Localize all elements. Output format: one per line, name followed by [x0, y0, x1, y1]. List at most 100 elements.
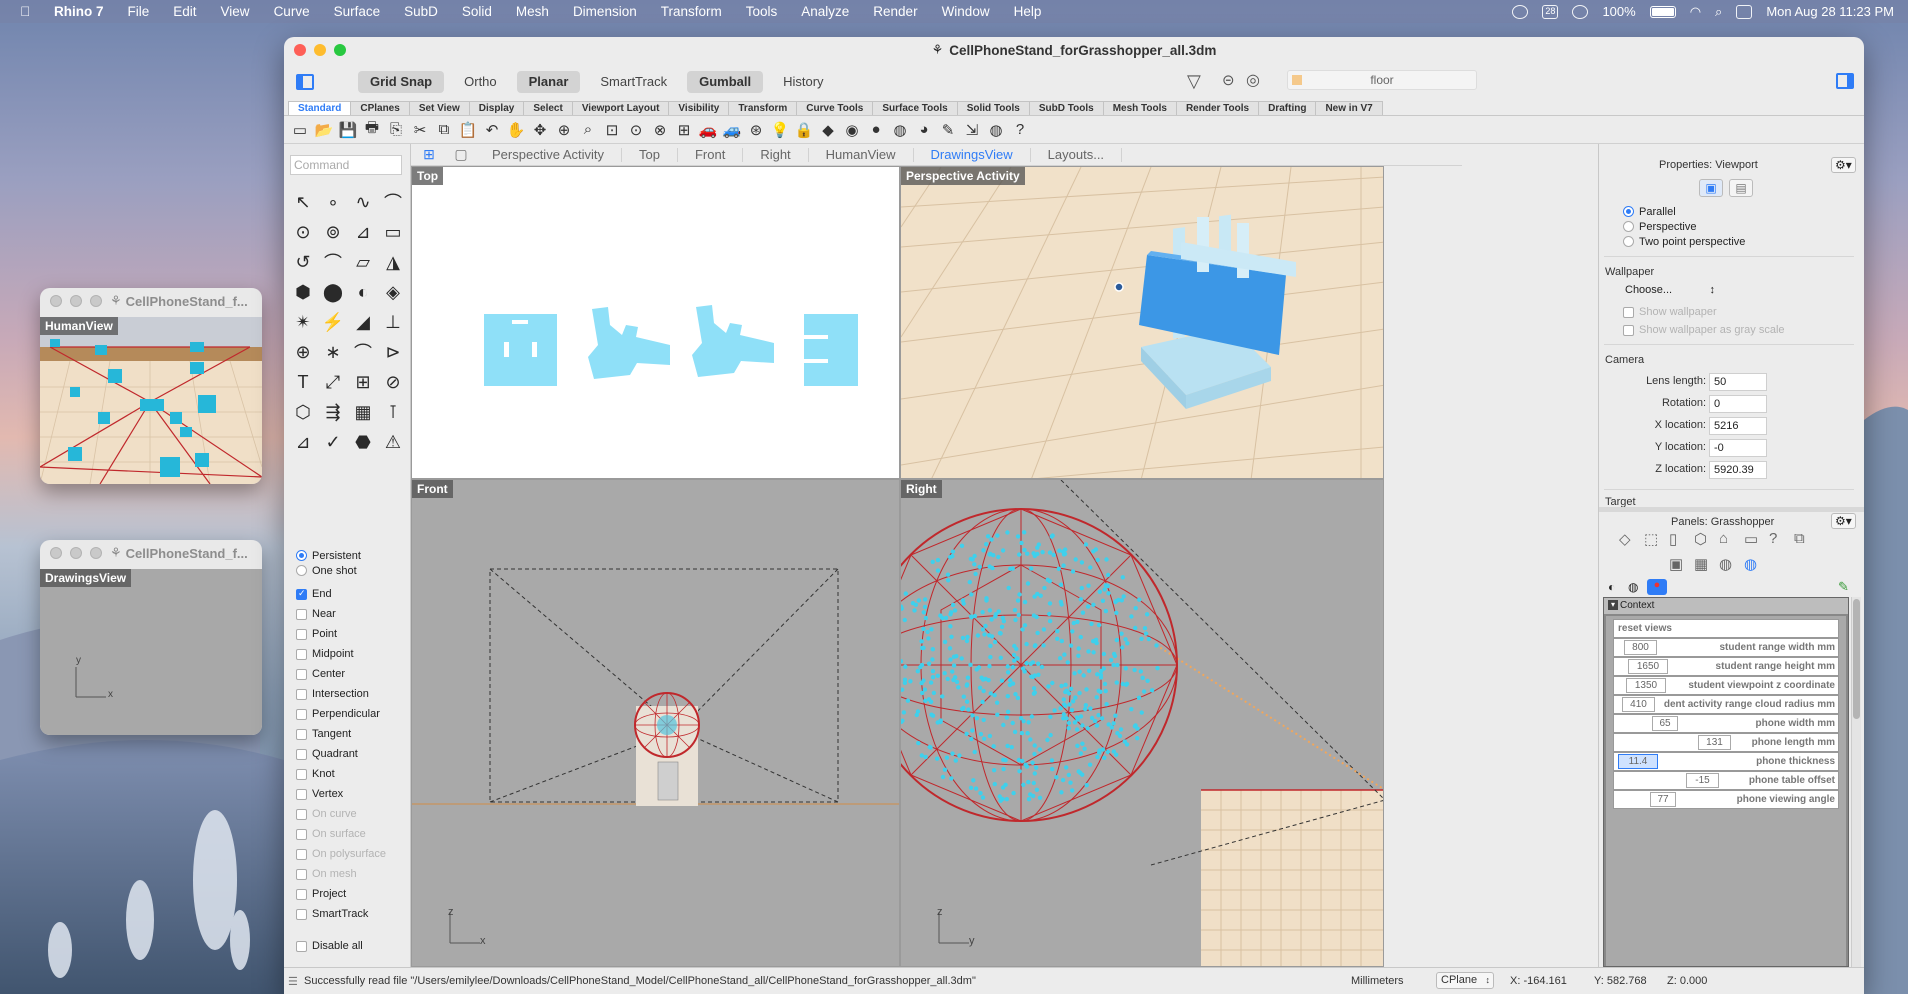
osnap-checkbox[interactable]	[296, 648, 307, 660]
control-center-icon[interactable]	[1736, 4, 1753, 19]
tab-solid-tools[interactable]: Solid Tools	[956, 101, 1030, 115]
camera-field-input[interactable]: 50	[1709, 373, 1767, 391]
slider-value[interactable]: 800	[1624, 640, 1657, 655]
osnap-item[interactable]: Vertex	[296, 784, 406, 804]
top-viewport-label[interactable]: Top	[412, 167, 444, 185]
osnap-checkbox[interactable]	[296, 588, 307, 600]
osnap-mode-radio[interactable]	[296, 550, 307, 561]
reset-views-button[interactable]: reset views	[1613, 619, 1839, 638]
gh-number-slider[interactable]: 1650 student range height mm	[1613, 657, 1839, 676]
bulb-icon[interactable]: 💡	[770, 120, 790, 140]
viewport-tab[interactable]: Front	[678, 147, 744, 162]
osnap-item[interactable]: Tangent	[296, 724, 406, 744]
gumball-toggle[interactable]: Gumball	[687, 70, 764, 93]
gh-bake-icon[interactable]: ◐	[1608, 580, 1615, 594]
copy-icon[interactable]: ⧉	[434, 120, 454, 140]
tab-visibility[interactable]: Visibility	[668, 101, 730, 115]
tool-icon[interactable]: ⊘	[378, 367, 408, 397]
paste-icon[interactable]: 📋	[458, 120, 478, 140]
expand-icon[interactable]: ☰	[288, 975, 298, 988]
cube-icon[interactable]: ⬡	[1694, 530, 1707, 548]
osnap-disable-all[interactable]: Disable all	[296, 936, 406, 956]
slider-value[interactable]: 1350	[1626, 678, 1666, 693]
sidebar-toggle-icon[interactable]	[296, 73, 314, 90]
osnap-mode-one-shot[interactable]: One shot	[296, 563, 406, 578]
tool-icon[interactable]: ▱	[348, 247, 378, 277]
tab-set-view[interactable]: Set View	[408, 101, 470, 115]
tool-icon[interactable]: ⊙	[288, 217, 318, 247]
grid-snap-toggle[interactable]: Grid Snap	[358, 70, 445, 93]
zoom-button[interactable]	[334, 44, 346, 56]
camera-field-input[interactable]: -0	[1709, 439, 1767, 457]
tool-icon[interactable]: ⚡	[318, 307, 348, 337]
tab-mesh-tools[interactable]: Mesh Tools	[1102, 101, 1177, 115]
scrollbar-thumb[interactable]	[1853, 599, 1860, 719]
tool-icon[interactable]: ↺	[288, 247, 318, 277]
osnap-item[interactable]: Quadrant	[296, 744, 406, 764]
osnap-item[interactable]: Midpoint	[296, 644, 406, 664]
tool-icon[interactable]: ▦	[348, 397, 378, 427]
osnap-checkbox[interactable]	[296, 888, 307, 900]
menu-file[interactable]: File	[128, 4, 150, 19]
menu-app-name[interactable]: Rhino 7	[54, 4, 104, 19]
help-icon[interactable]: ?	[1769, 530, 1777, 547]
osnap-checkbox[interactable]	[296, 728, 307, 740]
apple-icon[interactable]: 	[20, 4, 38, 19]
projection-two-point[interactable]: Two point perspective	[1623, 234, 1745, 249]
osnap-icon[interactable]: ⊝	[1222, 71, 1235, 89]
four-viewports-icon[interactable]: ⊞	[674, 120, 694, 140]
osnap-checkbox[interactable]	[296, 748, 307, 760]
tab-drafting[interactable]: Drafting	[1258, 101, 1317, 115]
menu-help[interactable]: Help	[1014, 4, 1042, 19]
single-layout-icon[interactable]: ▢	[447, 146, 475, 163]
tab-render-tools[interactable]: Render Tools	[1175, 101, 1260, 115]
library-icon[interactable]: ⌂	[1719, 530, 1728, 547]
slider-value[interactable]: 11.4	[1618, 754, 1658, 769]
menu-edit[interactable]: Edit	[173, 4, 196, 19]
sphere-wire-icon[interactable]: ◍	[890, 120, 910, 140]
history-toggle[interactable]: History	[771, 71, 835, 93]
viewport-tab[interactable]: DrawingsView	[914, 147, 1031, 162]
drawingsview-viewport[interactable]: DrawingsView y x	[40, 569, 262, 735]
tool-icon[interactable]: ✓	[318, 427, 348, 457]
pan-icon[interactable]: ✋	[506, 120, 526, 140]
tool-icon[interactable]: ⌒	[378, 187, 408, 217]
front-viewport-label[interactable]: Front	[412, 480, 453, 498]
car-icon[interactable]: 🚗	[698, 120, 718, 140]
layers-icon[interactable]: ◆	[818, 120, 838, 140]
zoom-all-icon[interactable]: ⊗	[650, 120, 670, 140]
tab-viewport-layout[interactable]: Viewport Layout	[571, 101, 670, 115]
wifi-icon[interactable]: ◠	[1690, 4, 1701, 20]
import-icon[interactable]: ⎘	[386, 120, 406, 140]
tool-icon[interactable]: ∗	[318, 337, 348, 367]
collapse-icon[interactable]: ▾	[1608, 600, 1618, 610]
menu-dimension[interactable]: Dimension	[573, 4, 637, 19]
panel-scrollbar[interactable]	[1851, 597, 1861, 967]
tool-icon[interactable]: ◢	[348, 307, 378, 337]
creative-cloud-icon[interactable]	[1512, 4, 1529, 19]
osnap-checkbox[interactable]	[296, 908, 307, 920]
tool-icon[interactable]: T	[288, 367, 318, 397]
camera-field-input[interactable]: 5216	[1709, 417, 1767, 435]
menu-tools[interactable]: Tools	[746, 4, 778, 19]
osnap-checkbox[interactable]	[296, 608, 307, 620]
tool-icon[interactable]: ⊕	[288, 337, 318, 367]
gh-number-slider[interactable]: 11.4 phone thickness	[1613, 752, 1839, 771]
slider-value[interactable]: -15	[1686, 773, 1719, 788]
gh-number-slider[interactable]: 410 dent activity range cloud radius mm	[1613, 695, 1839, 714]
ortho-toggle[interactable]: Ortho	[452, 71, 509, 93]
front-viewport[interactable]: Front z x	[411, 479, 900, 967]
osnap-item[interactable]: Project	[296, 884, 406, 904]
camera-field-input[interactable]: 0	[1709, 395, 1767, 413]
osnap-mode-persistent[interactable]: Persistent	[296, 548, 406, 563]
viewport-tab[interactable]: Top	[622, 147, 678, 162]
panels-gear-icon[interactable]: ⚙▾	[1831, 513, 1856, 529]
gh-number-slider[interactable]: 77 phone viewing angle	[1613, 790, 1839, 809]
tab-select[interactable]: Select	[523, 101, 573, 115]
battery-icon[interactable]	[1649, 5, 1676, 18]
document-icon[interactable]: ▯	[1669, 530, 1677, 548]
render-sphere-icon[interactable]: ◕	[914, 120, 934, 140]
display-icon[interactable]: ▭	[1744, 530, 1758, 548]
target-icon[interactable]: ⊛	[746, 120, 766, 140]
undo-icon[interactable]: ↶	[482, 120, 502, 140]
